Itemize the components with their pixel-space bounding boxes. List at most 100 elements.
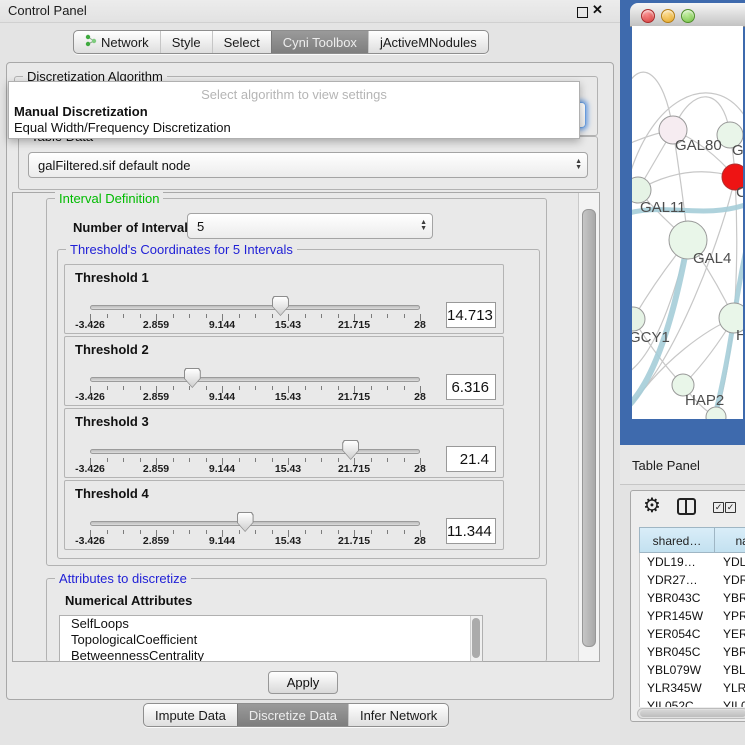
tab-impute-data-label: Impute Data <box>155 708 226 723</box>
column-header[interactable]: name <box>715 527 745 553</box>
table-cell: YDR2 <box>716 571 745 589</box>
number-of-intervals-combobox[interactable]: 5 ▲▼ <box>187 213 433 239</box>
table-data-combobox[interactable]: galFiltered.sif default node ▲▼ <box>28 152 588 178</box>
slider-thumb[interactable] <box>342 440 359 460</box>
network-icon <box>85 34 97 50</box>
scrollbar-thumb[interactable] <box>582 209 596 647</box>
list-scrollbar[interactable] <box>470 616 482 661</box>
tab-network[interactable]: Network <box>74 31 160 53</box>
slider-thumb[interactable] <box>184 368 201 388</box>
dropdown-option-equal-width[interactable]: Equal Width/Frequency Discretization <box>14 120 231 135</box>
table-row[interactable]: YBR045CYBR0 <box>640 643 745 661</box>
minor-tick <box>206 458 207 462</box>
slider-thumb-face <box>238 513 253 531</box>
zoom-traffic-light[interactable] <box>681 9 695 23</box>
hscrollbar-thumb[interactable] <box>640 710 745 717</box>
table-row[interactable]: YLR345WYLR3 <box>640 679 745 697</box>
network-node[interactable] <box>632 307 645 331</box>
network-node-label: C <box>736 184 743 201</box>
tab-discretize-data-label: Discretize Data <box>249 708 337 723</box>
tick-label: -3.426 <box>75 535 105 547</box>
slider-track[interactable] <box>90 377 420 382</box>
minor-tick <box>321 530 322 534</box>
table-cell: YPR145W <box>640 607 716 625</box>
control-panel: Control Panel ✕ Network Style Select <box>0 0 620 745</box>
float-window-icon[interactable] <box>577 7 588 18</box>
tab-infer-network[interactable]: Infer Network <box>348 704 448 726</box>
slider-track[interactable] <box>90 305 420 310</box>
tab-cyni-toolbox-label: Cyni Toolbox <box>283 35 357 50</box>
checkbox-icon[interactable]: ✓ <box>713 502 724 513</box>
close-icon[interactable]: ✕ <box>592 2 603 18</box>
numerical-attributes-list[interactable]: SelfLoopsTopologicalCoefficientBetweenne… <box>59 615 483 662</box>
minor-tick <box>404 530 405 534</box>
apply-button[interactable]: Apply <box>268 671 338 694</box>
gear-icon[interactable]: ⚙ <box>643 493 661 518</box>
table-row[interactable]: YBR043CYBR0 <box>640 589 745 607</box>
minor-tick <box>321 386 322 390</box>
attribute-list-item[interactable]: BetweennessCentrality <box>60 648 482 662</box>
split-view-icon[interactable] <box>677 498 696 515</box>
minor-tick <box>123 458 124 462</box>
minor-tick <box>371 458 372 462</box>
slider-track[interactable] <box>90 521 420 526</box>
minor-tick <box>404 386 405 390</box>
list-scrollbar-thumb[interactable] <box>472 618 480 658</box>
slider-track[interactable] <box>90 449 420 454</box>
table-cell: YBR043C <box>640 589 716 607</box>
tab-impute-data[interactable]: Impute Data <box>144 704 237 726</box>
minor-tick <box>107 530 108 534</box>
tick-label: 28 <box>414 391 426 403</box>
table-panel: ⚙ ✓ ✓ shared…name YDL19…YDL1YDR27…YDR2YB… <box>630 490 745 722</box>
threshold-value-field[interactable]: 14.713 <box>446 302 496 328</box>
threshold-row: Threshold 3-3.4262.8599.14415.4321.71528… <box>64 408 504 478</box>
slider-thumb[interactable] <box>272 296 289 316</box>
dropdown-option-manual[interactable]: Manual Discretization <box>14 104 148 119</box>
network-canvas[interactable]: GAL80GACGAL11GAL4GCY1HHAP2 <box>632 26 743 419</box>
table-row[interactable]: YIL052CYIL0 <box>640 697 745 707</box>
tick-label: 2.859 <box>143 319 169 331</box>
tab-style-label: Style <box>172 35 201 50</box>
tab-discretize-data[interactable]: Discretize Data <box>237 704 348 726</box>
screen: Control Panel ✕ Network Style Select <box>0 0 745 745</box>
minor-tick <box>305 314 306 318</box>
table-row[interactable]: YPR145WYPR1 <box>640 607 745 625</box>
tab-select[interactable]: Select <box>212 31 271 53</box>
tab-jactivemnodules[interactable]: jActiveMNodules <box>368 31 488 53</box>
vertical-scrollbar[interactable] <box>578 193 599 661</box>
slider-thumb[interactable] <box>237 512 254 532</box>
tab-style[interactable]: Style <box>160 31 212 53</box>
minor-tick <box>206 386 207 390</box>
tick-label: 21.715 <box>338 391 370 403</box>
minor-tick <box>305 386 306 390</box>
threshold-label: Threshold 1 <box>75 270 149 285</box>
combo-arrows-icon: ▲▼ <box>575 153 582 177</box>
minor-tick <box>189 314 190 318</box>
table-panel-title: Table Panel <box>632 458 700 473</box>
minimize-traffic-light[interactable] <box>661 9 675 23</box>
tab-cyni-toolbox[interactable]: Cyni Toolbox <box>271 31 368 53</box>
panel-title: Control Panel <box>8 3 87 18</box>
table-cell: YIL052C <box>640 697 716 707</box>
column-header[interactable]: shared… <box>639 527 715 553</box>
table-row[interactable]: YDR27…YDR2 <box>640 571 745 589</box>
attribute-list-item[interactable]: SelfLoops <box>60 616 482 632</box>
close-traffic-light[interactable] <box>641 9 655 23</box>
table-row[interactable]: YER054CYER0 <box>640 625 745 643</box>
minor-tick <box>338 314 339 318</box>
threshold-value-field[interactable]: 11.344 <box>446 518 496 544</box>
threshold-value-field[interactable]: 6.316 <box>446 374 496 400</box>
attribute-list-item[interactable]: TopologicalCoefficient <box>60 632 482 648</box>
minor-tick <box>173 314 174 318</box>
minor-tick <box>272 314 273 318</box>
horizontal-scrollbar[interactable] <box>637 708 745 719</box>
minor-tick <box>123 314 124 318</box>
checkbox-icon[interactable]: ✓ <box>725 502 736 513</box>
threshold-value-field[interactable]: 21.4 <box>446 446 496 472</box>
attributes-group: Attributes to discretize Numerical Attri… <box>46 578 547 662</box>
table-row[interactable]: YBL079WYBL0 <box>640 661 745 679</box>
table-row[interactable]: YDL19…YDL1 <box>640 553 745 571</box>
interval-definition-group: Interval Definition Number of Intervals … <box>46 198 547 566</box>
minor-tick <box>239 458 240 462</box>
table-cell: YBL0 <box>716 661 745 679</box>
